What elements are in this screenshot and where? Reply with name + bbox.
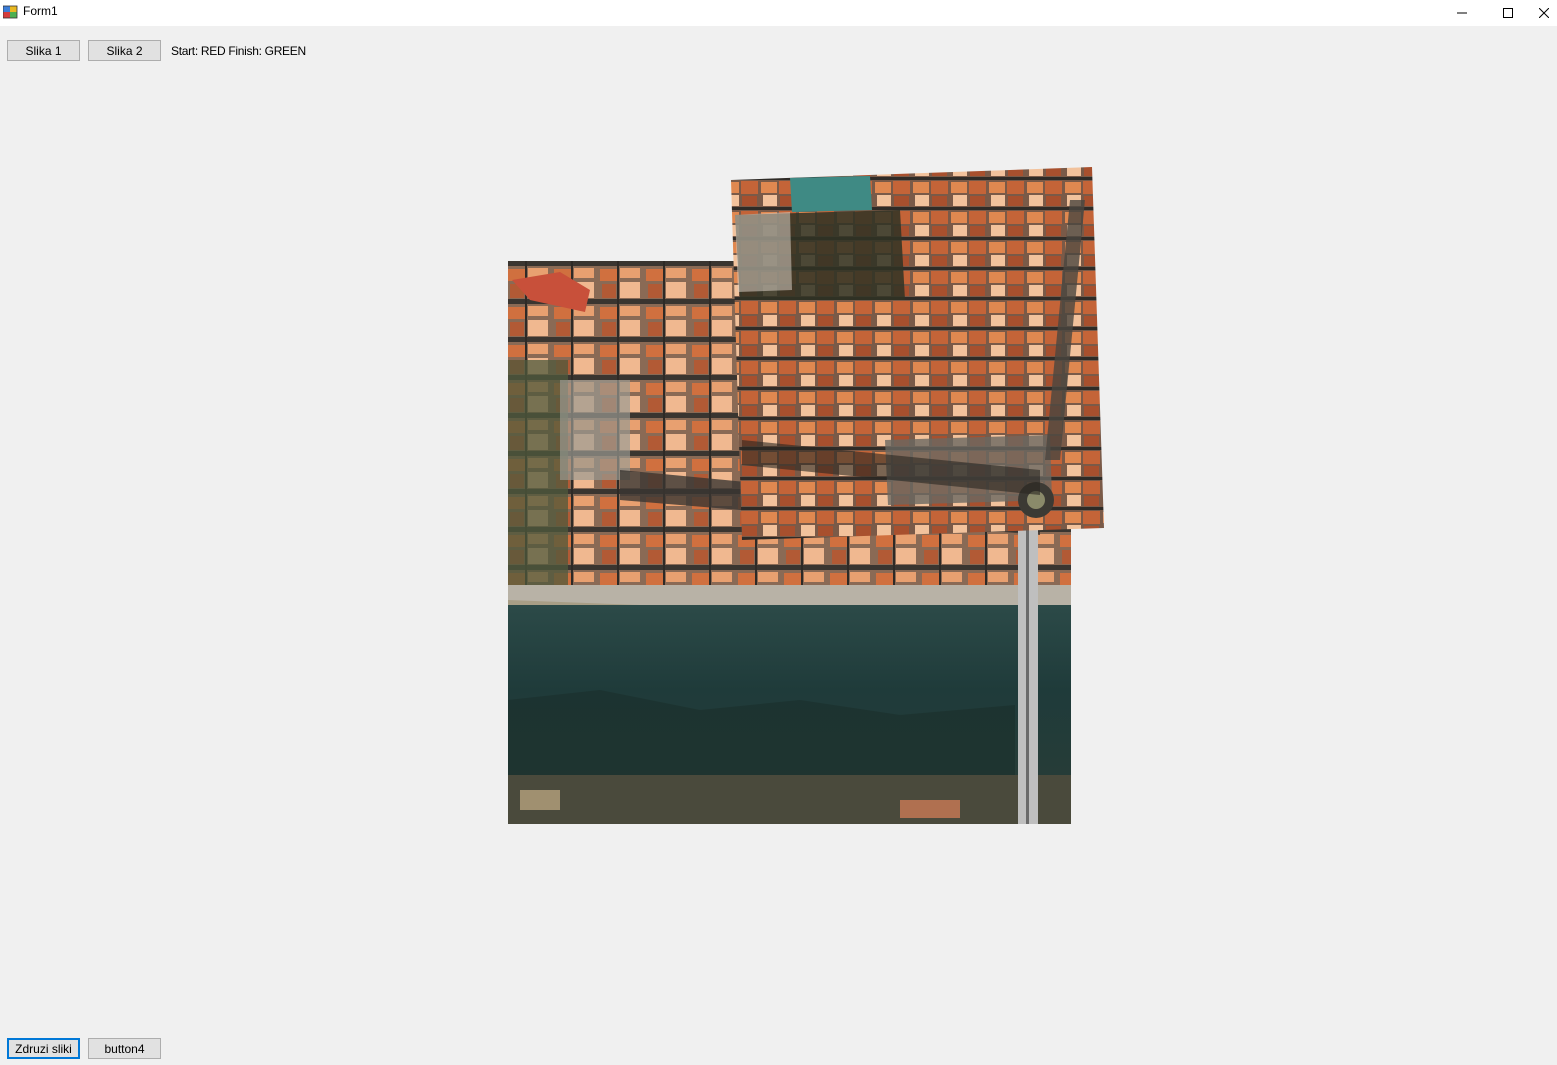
slika-1-button[interactable]: Slika 1 bbox=[7, 40, 80, 61]
window-title: Form1 bbox=[23, 4, 58, 18]
stitched-image-canvas bbox=[508, 167, 1104, 824]
aerial-image-1 bbox=[508, 261, 1071, 824]
aerial-image-2 bbox=[731, 167, 1104, 540]
maximize-button[interactable] bbox=[1485, 0, 1531, 26]
close-button[interactable] bbox=[1531, 0, 1557, 26]
button4-button[interactable]: button4 bbox=[88, 1038, 161, 1059]
app-icon bbox=[3, 5, 18, 19]
slika-2-button[interactable]: Slika 2 bbox=[88, 40, 161, 61]
close-icon bbox=[1539, 8, 1549, 18]
maximize-icon bbox=[1503, 8, 1513, 18]
main-window: Form1 Slika 1 Slika 2 Start: RED Finish:… bbox=[0, 0, 1557, 1065]
title-bar[interactable]: Form1 bbox=[0, 0, 1557, 26]
zdruzi-sliki-button[interactable]: Zdruzi sliki bbox=[7, 1038, 80, 1059]
minimize-icon bbox=[1457, 12, 1467, 14]
minimize-button[interactable] bbox=[1439, 0, 1485, 26]
start-finish-label: Start: RED Finish: GREEN bbox=[171, 44, 306, 58]
